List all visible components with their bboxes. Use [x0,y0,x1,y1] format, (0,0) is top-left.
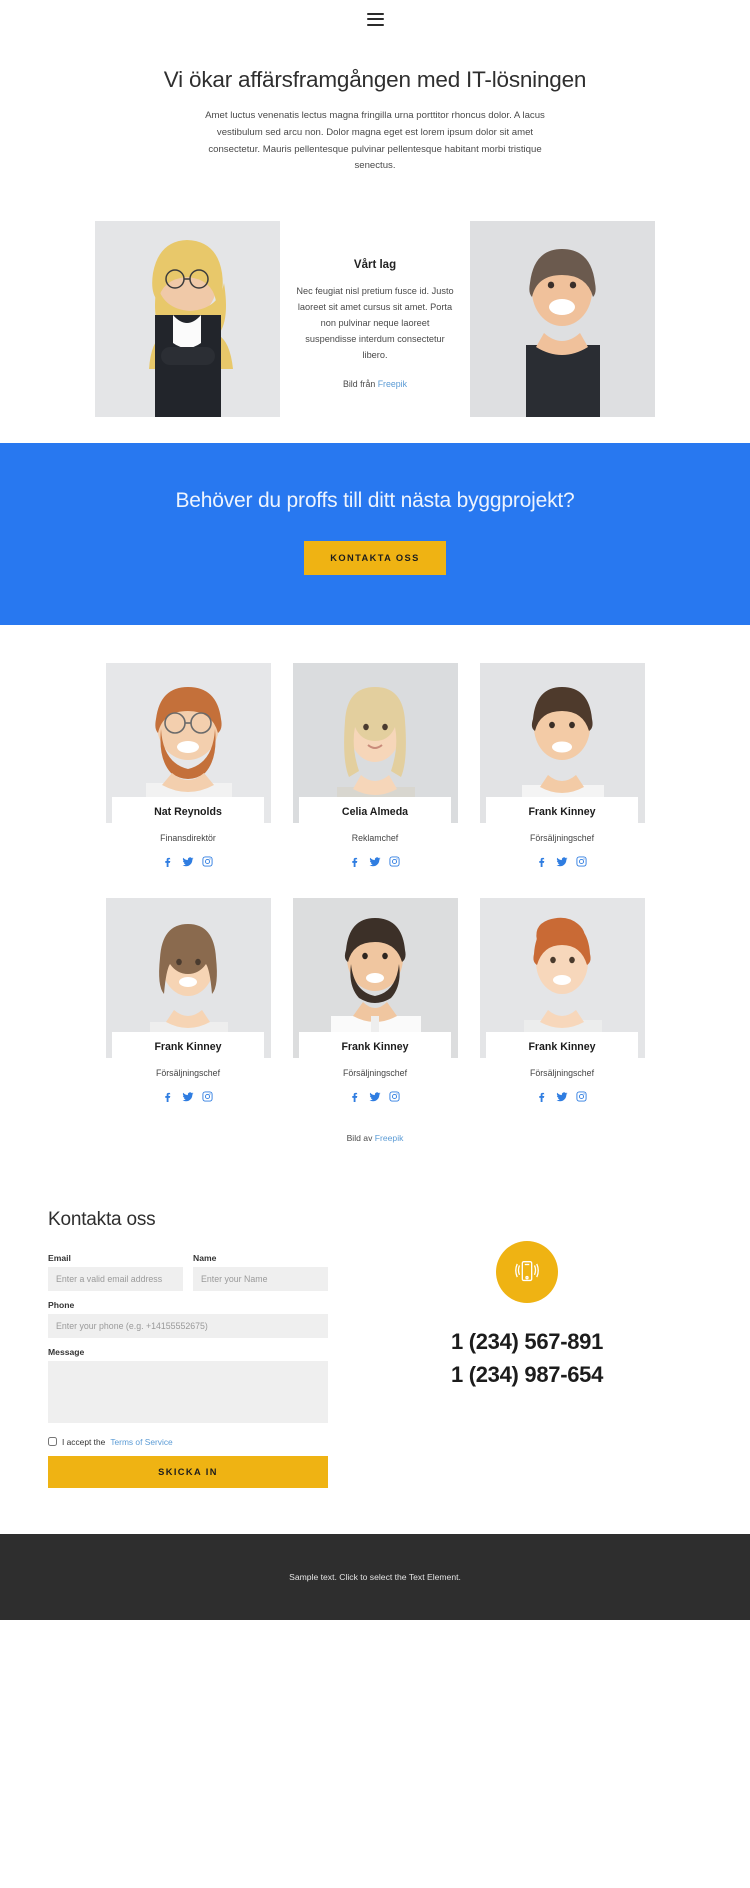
member-role: Finansdirektör [160,832,216,843]
phone-label: Phone [48,1299,75,1310]
contact-heading: Kontakta oss [48,1208,156,1230]
page-title: Vi ökar affärsframgången med IT-lösninge… [163,67,587,92]
facebook-icon[interactable] [537,856,548,868]
member-name: Frank Kinney [486,1031,638,1061]
contact-us-button[interactable]: KONTAKTA OSS [304,540,446,575]
site-header [0,0,750,38]
member-name: Celia Almeda [299,796,451,826]
team-member-card[interactable]: Frank Kinney Försäljningschef [105,897,271,1103]
twitter-icon[interactable] [182,1091,194,1103]
message-textarea[interactable] [48,1360,328,1423]
member-name: Nat Reynolds [112,796,264,826]
footer-text[interactable]: Sample text. Click to select the Text El… [289,1572,461,1582]
terms-prefix: I accept the [62,1436,106,1447]
credit-prefix: Bild av [346,1132,375,1143]
instagram-icon[interactable] [576,856,587,868]
team-intro-section: Vårt lag Nec feugiat nisl pretium fusce … [0,193,750,443]
mobile-phone-ringing-icon [496,1240,558,1303]
team-member-card[interactable]: Frank Kinney Försäljningschef [479,662,645,868]
message-field-group: Message [48,1347,328,1428]
email-label: Email [48,1252,71,1263]
facebook-icon[interactable] [163,856,174,868]
team-member-card[interactable]: Frank Kinney Försäljningschef [479,897,645,1103]
instagram-icon[interactable] [389,856,400,868]
twitter-icon[interactable] [369,856,381,868]
team-intro-heading: Vårt lag [353,259,397,272]
twitter-icon[interactable] [556,1091,568,1103]
hero-subtitle: Amet luctus venenatis lectus magna fring… [205,110,545,172]
facebook-icon[interactable] [350,856,361,868]
instagram-icon[interactable] [202,1091,213,1103]
site-footer: Sample text. Click to select the Text El… [0,1533,750,1620]
terms-checkbox[interactable] [48,1437,57,1447]
phone-number-primary: 1 (234) 567-891 [450,1328,604,1354]
member-socials [293,1091,458,1103]
instagram-icon[interactable] [576,1091,587,1103]
team-intro-right-photo [470,221,655,418]
facebook-icon[interactable] [350,1091,361,1103]
contact-section: Kontakta oss Email Name Phone Message I … [0,1169,750,1534]
instagram-icon[interactable] [389,1091,400,1103]
facebook-icon[interactable] [163,1091,174,1103]
team-grid-section: Nat Reynolds Finansdirektör Celia Almeda… [0,624,750,1169]
member-role: Försäljningschef [529,1067,595,1078]
phone-field-group: Phone [48,1300,328,1338]
member-name: Frank Kinney [299,1031,451,1061]
team-grid-credit: Bild av Freepik [0,1133,750,1143]
team-intro-text: Vårt lag Nec feugiat nisl pretium fusce … [280,221,470,389]
name-field-group: Name [193,1253,328,1291]
phone-number-secondary: 1 (234) 987-654 [450,1361,604,1387]
credit-prefix: Bild från [342,379,378,390]
member-name: Frank Kinney [112,1031,264,1061]
team-member-card[interactable]: Frank Kinney Försäljningschef [292,897,458,1103]
team-intro-body: Nec feugiat nisl pretium fusce id. Justo… [296,286,454,360]
team-member-card[interactable]: Nat Reynolds Finansdirektör [105,662,271,868]
twitter-icon[interactable] [556,856,568,868]
terms-acceptance: I accept the Terms of Service [48,1437,328,1447]
member-role: Reklamchef [351,832,399,843]
email-field-group: Email [48,1253,183,1291]
member-socials [293,856,458,868]
hamburger-menu-icon[interactable] [366,12,384,26]
team-row-1: Nat Reynolds Finansdirektör Celia Almeda… [0,662,750,868]
member-socials [480,1091,645,1103]
team-intro-left-photo [95,221,280,418]
facebook-icon[interactable] [537,1091,548,1103]
member-role: Försäljningschef [155,1067,221,1078]
contact-form: Kontakta oss Email Name Phone Message I … [48,1209,328,1488]
member-role: Försäljningschef [342,1067,408,1078]
member-socials [480,856,645,868]
email-input[interactable] [48,1266,183,1291]
freepik-link[interactable]: Freepik [375,1133,404,1143]
member-socials [106,1091,271,1103]
instagram-icon[interactable] [202,856,213,868]
hero-section: Vi ökar affärsframgången med IT-lösninge… [0,38,750,193]
phone-input[interactable] [48,1313,328,1338]
contact-phone-block: 1 (234) 567-891 1 (234) 987-654 [352,1209,702,1488]
team-row-2: Frank Kinney Försäljningschef Frank Kinn… [0,897,750,1103]
member-socials [106,856,271,868]
name-label: Name [193,1252,217,1263]
team-intro-credit: Bild från Freepik [294,379,456,389]
twitter-icon[interactable] [369,1091,381,1103]
member-name: Frank Kinney [486,796,638,826]
member-role: Försäljningschef [529,832,595,843]
terms-of-service-link[interactable]: Terms of Service [110,1437,172,1447]
submit-button[interactable]: SKICKA IN [48,1455,328,1488]
twitter-icon[interactable] [182,856,194,868]
name-input[interactable] [193,1266,328,1291]
cta-heading: Behöver du proffs till ditt nästa byggpr… [175,489,575,513]
freepik-link[interactable]: Freepik [378,379,407,389]
cta-section: Behöver du proffs till ditt nästa byggpr… [0,443,750,625]
message-label: Message [48,1346,85,1357]
team-member-card[interactable]: Celia Almeda Reklamchef [292,662,458,868]
